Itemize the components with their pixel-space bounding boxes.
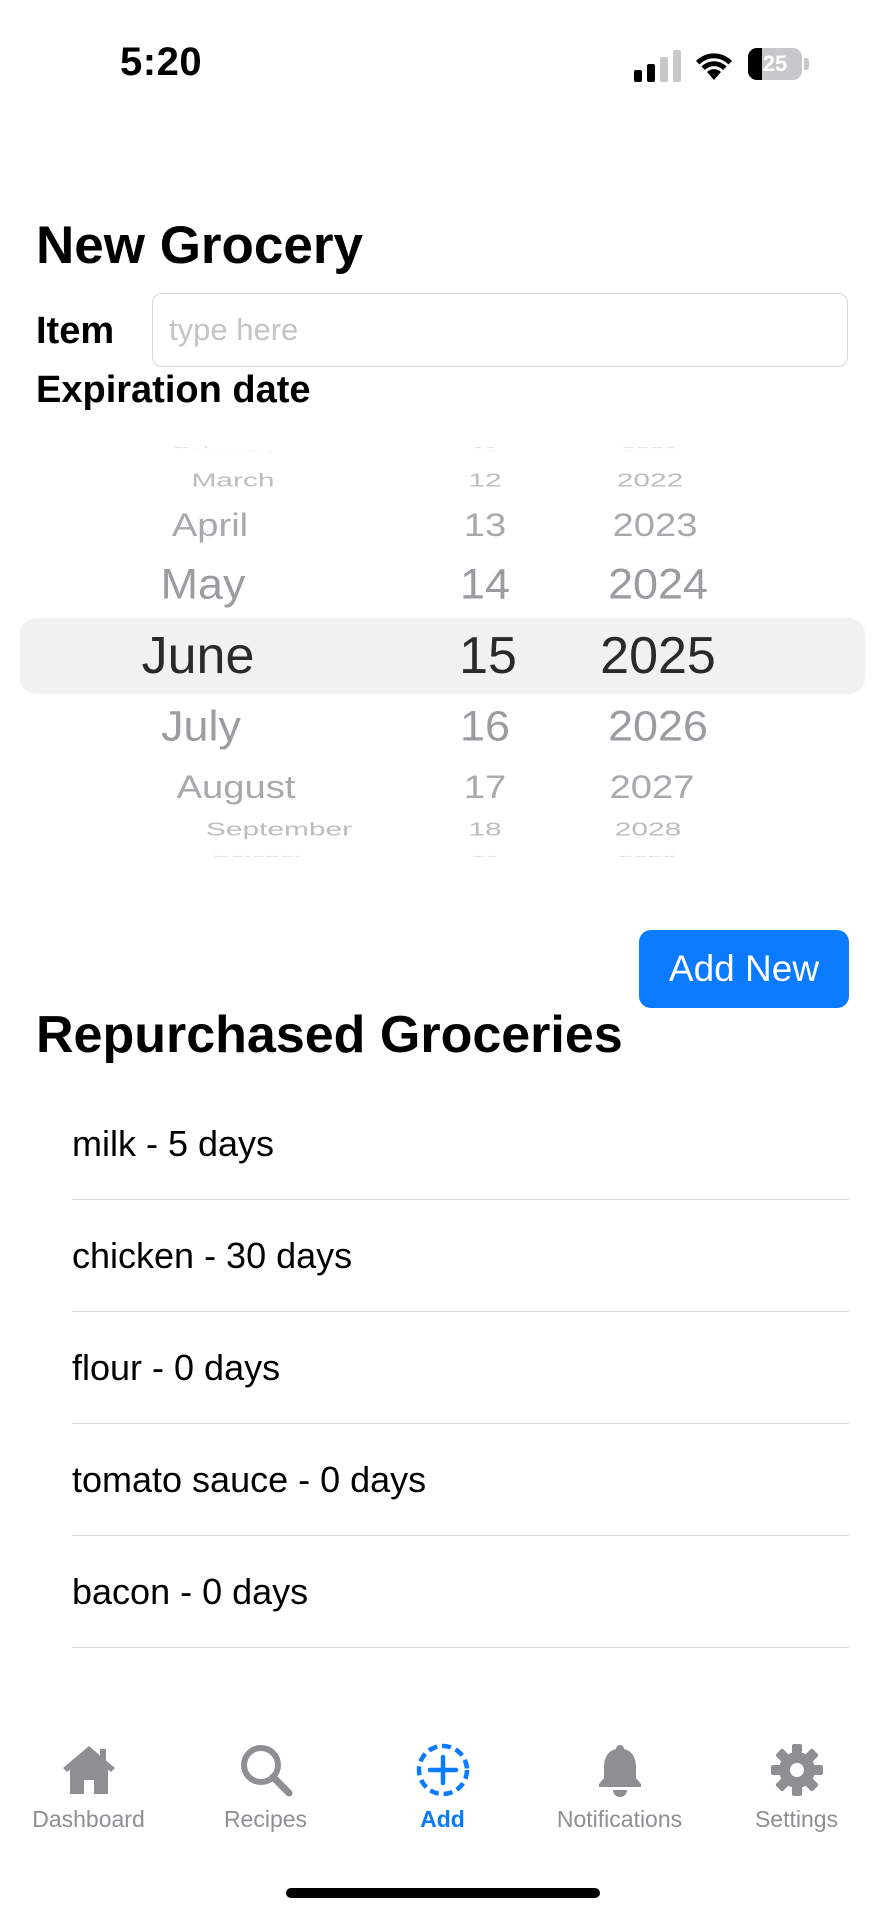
list-item[interactable]: flour - 0 days: [72, 1312, 849, 1424]
picker-year-option[interactable]: 2022: [478, 470, 823, 492]
picker-year-option[interactable]: 2024: [505, 559, 811, 610]
picker-year-selected[interactable]: 2025: [508, 625, 808, 687]
list-item[interactable]: milk - 5 days: [72, 1088, 849, 1200]
list-item[interactable]: bacon - 0 days: [72, 1536, 849, 1648]
battery-icon: 25: [748, 48, 810, 80]
picker-month-selected[interactable]: June: [48, 625, 348, 687]
tab-label: Notifications: [556, 1806, 683, 1832]
expiration-date-label: Expiration date: [36, 369, 311, 411]
add-new-button[interactable]: Add New: [639, 930, 849, 1008]
home-indicator: [286, 1888, 600, 1898]
house-icon: [62, 1746, 115, 1794]
repurchased-groceries-title: Repurchased Groceries: [36, 1006, 623, 1064]
tab-label: Add: [420, 1806, 465, 1832]
picker-year-option[interactable]: 2027: [493, 768, 811, 807]
page-title: New Grocery: [36, 216, 363, 275]
magnifying-glass-icon: [240, 1745, 292, 1797]
repurchased-groceries-list: milk - 5 days chicken - 30 days flour - …: [72, 1088, 849, 1648]
item-input[interactable]: [152, 293, 848, 367]
bell-icon: [598, 1745, 641, 1797]
tab-notifications[interactable]: Notifications: [531, 1740, 708, 1833]
tab-dashboard[interactable]: Dashboard: [0, 1740, 177, 1833]
picker-month-option[interactable]: April: [51, 506, 369, 545]
tab-label: Dashboard: [32, 1806, 145, 1832]
picker-month-option[interactable]: May: [50, 559, 356, 610]
list-item[interactable]: tomato sauce - 0 days: [72, 1424, 849, 1536]
picker-year-option[interactable]: 2023: [496, 506, 814, 545]
plus-circle-dashed-icon: [416, 1743, 469, 1797]
gear-icon: [770, 1744, 823, 1796]
picker-month-option[interactable]: July: [48, 701, 354, 752]
tab-add[interactable]: Add: [354, 1740, 531, 1833]
battery-percent: 25: [762, 51, 788, 76]
list-item[interactable]: chicken - 30 days: [72, 1200, 849, 1312]
wifi-icon: [696, 53, 732, 80]
tab-label: Recipes: [223, 1806, 308, 1832]
item-label: Item: [36, 310, 115, 352]
status-time: 5:20: [120, 40, 203, 84]
tab-settings[interactable]: Settings: [708, 1740, 885, 1833]
tab-recipes[interactable]: Recipes: [177, 1740, 354, 1833]
tab-label: Settings: [754, 1806, 839, 1832]
cellular-signal-icon: [634, 48, 682, 82]
picker-year-option[interactable]: 2026: [505, 701, 811, 752]
tab-bar: Dashboard Recipes Add Notifications Sett…: [0, 1740, 885, 1840]
